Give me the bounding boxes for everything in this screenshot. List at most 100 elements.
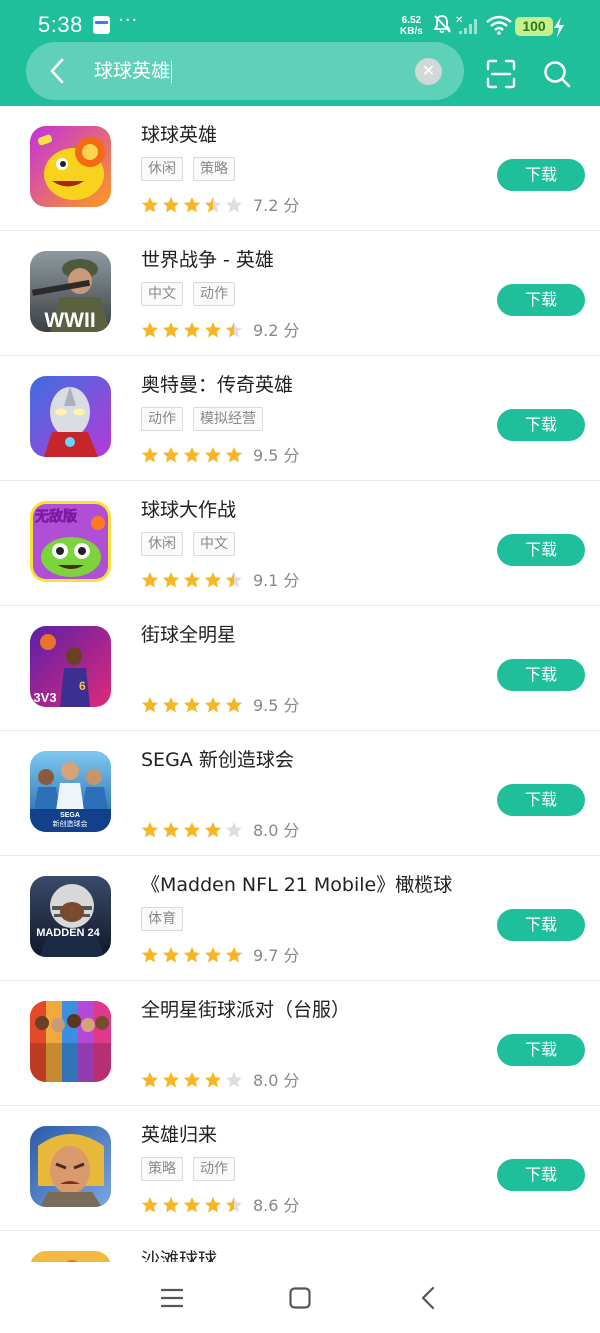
search-icon[interactable]: [543, 60, 571, 88]
star-full-icon: [205, 446, 221, 463]
network-speed-value: 6.52: [401, 15, 422, 26]
app-row[interactable]: 全明星街球派对（台服） 8.0 分 下载: [0, 981, 600, 1106]
app-title[interactable]: 世界战争 - 英雄: [141, 247, 274, 273]
download-button[interactable]: 下载: [497, 659, 585, 691]
menu-icon[interactable]: [161, 1288, 183, 1308]
app-row[interactable]: MADDEN 24 《Madden NFL 21 Mobile》橄榄球 体育 9…: [0, 856, 600, 981]
network-speed-unit: KB/s: [400, 26, 423, 37]
star-empty-icon: [226, 196, 242, 213]
star-rating: [141, 1194, 246, 1214]
star-full-icon: [163, 946, 179, 963]
app-title[interactable]: 奥特曼：传奇英雄: [141, 372, 293, 398]
download-button[interactable]: 下载: [497, 909, 585, 941]
score-text: 9.1 分: [253, 571, 300, 590]
search-results-list: 球球英雄 休闲策略 7.2 分 下载 WWII 世界战争 - 英雄 中文动作: [0, 106, 600, 1332]
streetball-icon: 6 3V3: [30, 626, 111, 707]
app-row[interactable]: 奥特曼：传奇英雄 动作 模拟经营 9.5 分 下载: [0, 356, 600, 481]
star-rating: [141, 1069, 246, 1089]
star-full-icon: [142, 821, 158, 838]
star-full-icon: [205, 1071, 221, 1088]
app-rating: 9.1 分: [141, 567, 300, 590]
star-full-icon: [142, 1196, 158, 1213]
back-icon[interactable]: [46, 57, 70, 85]
battery-level: 100: [515, 17, 553, 36]
star-full-icon: [205, 571, 221, 588]
more-notifications-icon: ···: [118, 10, 139, 31]
app-row[interactable]: SEGA 新创造球会 SEGA 新创造球会 8.0 分 下载: [0, 731, 600, 856]
home-icon[interactable]: [289, 1287, 311, 1309]
star-full-icon: [142, 446, 158, 463]
search-bar[interactable]: [26, 42, 464, 100]
star-full-icon: [163, 1071, 179, 1088]
download-button[interactable]: 下载: [497, 1159, 585, 1191]
app-row[interactable]: 英雄归来 策略 动作 8.6 分 下载: [0, 1106, 600, 1231]
star-full-icon: [184, 196, 200, 213]
app-row[interactable]: WWII 世界战争 - 英雄 中文 动作 9.2 分 下载: [0, 231, 600, 356]
star-full-icon: [205, 1196, 221, 1213]
clear-search-icon[interactable]: ✕: [415, 58, 442, 85]
star-rating: [141, 319, 246, 339]
star-full-icon: [226, 696, 242, 713]
scan-icon[interactable]: [486, 59, 516, 89]
score-text: 9.5 分: [253, 446, 300, 465]
app-row[interactable]: 无敌版 球球大作战 休闲 中文 9.1 分 下载: [0, 481, 600, 606]
star-full-icon: [142, 196, 158, 213]
app-tags: 中文 动作: [141, 282, 245, 306]
search-input[interactable]: 球球英雄: [94, 58, 173, 84]
star-full-icon: [184, 446, 200, 463]
score-text: 8.6 分: [253, 1196, 300, 1215]
app-rating: 9.5 分: [141, 692, 300, 715]
app-tags: 策略 动作: [141, 1157, 245, 1181]
app-row[interactable]: 6 3V3 街球全明星 9.5 分 下载: [0, 606, 600, 731]
app-rating: 8.0 分: [141, 1067, 300, 1090]
download-button[interactable]: 下载: [497, 534, 585, 566]
app-tags: 体育: [141, 907, 193, 931]
signal-icon: ✕: [455, 15, 477, 34]
app-tag: 中文: [141, 282, 183, 306]
app-rating: 9.7 分: [141, 942, 300, 965]
status-bar: 5:38 ··· 6.52 KB/s ✕ 100: [0, 0, 600, 46]
star-full-icon: [226, 946, 242, 963]
app-tag: 中文: [193, 532, 235, 556]
wifi-icon: [486, 15, 512, 35]
star-full-icon: [184, 696, 200, 713]
star-rating: [141, 444, 246, 464]
download-button[interactable]: 下载: [497, 784, 585, 816]
status-time: 5:38: [38, 12, 83, 37]
star-full-icon: [142, 571, 158, 588]
download-button[interactable]: 下载: [497, 284, 585, 316]
ball-battle-icon: 无敌版: [30, 501, 111, 582]
svg-text:✕: ✕: [455, 15, 463, 26]
star-full-icon: [184, 571, 200, 588]
star-full-icon: [205, 821, 221, 838]
app-tags: 休闲 策略: [141, 157, 245, 181]
star-full-icon: [142, 946, 158, 963]
star-half-icon: [226, 571, 242, 588]
star-empty-icon: [226, 821, 242, 838]
star-full-icon: [142, 1071, 158, 1088]
app-tag: 动作: [141, 407, 183, 431]
nav-back-icon[interactable]: [420, 1286, 436, 1310]
download-button[interactable]: 下载: [497, 159, 585, 191]
app-title[interactable]: 球球英雄: [141, 122, 217, 148]
app-title[interactable]: 《Madden NFL 21 Mobile》橄榄球: [141, 872, 452, 898]
svg-text:6: 6: [79, 679, 86, 693]
app-rating: 8.0 分: [141, 817, 300, 840]
icon-art-text: 新创造球会: [53, 819, 88, 828]
app-row[interactable]: 球球英雄 休闲 策略 7.2 分 下载: [0, 106, 600, 231]
star-full-icon: [163, 571, 179, 588]
app-tag: 策略: [193, 157, 235, 181]
notification-app-icon: [93, 16, 110, 34]
app-tag: 动作: [193, 282, 235, 306]
app-title[interactable]: 街球全明星: [141, 622, 236, 648]
app-title[interactable]: 球球大作战: [141, 497, 236, 523]
download-button[interactable]: 下载: [497, 409, 585, 441]
app-rating: 9.2 分: [141, 317, 300, 340]
app-title[interactable]: 全明星街球派对（台服）: [141, 997, 350, 1023]
star-empty-icon: [226, 1071, 242, 1088]
download-button[interactable]: 下载: [497, 1034, 585, 1066]
app-tag: 体育: [141, 907, 183, 931]
charging-icon: [554, 17, 564, 37]
app-title[interactable]: SEGA 新创造球会: [141, 747, 294, 773]
app-title[interactable]: 英雄归来: [141, 1122, 217, 1148]
